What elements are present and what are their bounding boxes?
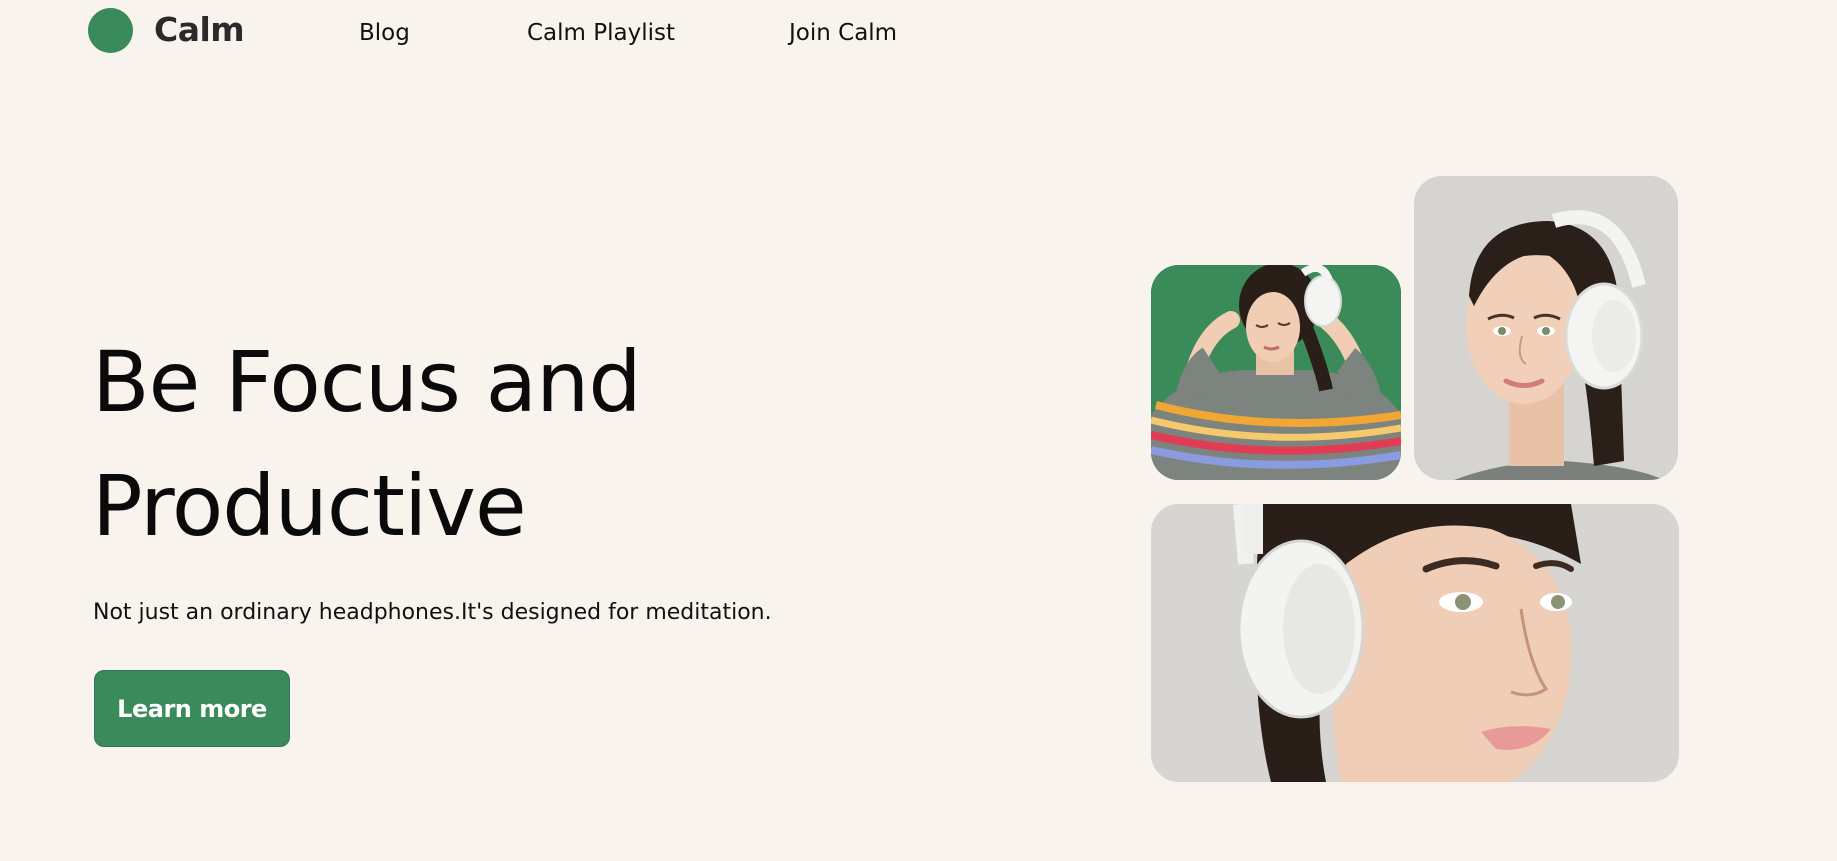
woman-holding-headphones-photo xyxy=(1151,265,1401,480)
landing-page: Calm Blog Calm Playlist Join Calm Be Foc… xyxy=(0,0,1837,861)
hero-title-line-1: Be Focus and xyxy=(92,333,642,431)
nav-link-calm-playlist[interactable]: Calm Playlist xyxy=(527,20,675,46)
woman-closeup-headphones-photo xyxy=(1151,504,1679,782)
hero-title: Be Focus and Productive xyxy=(92,320,642,568)
woman-profile-headphones-photo xyxy=(1414,176,1678,480)
hero-title-line-2: Productive xyxy=(92,457,527,555)
learn-more-button[interactable]: Learn more xyxy=(94,670,290,747)
hero-subtitle: Not just an ordinary headphones.It's des… xyxy=(93,600,772,625)
nav-link-join-calm[interactable]: Join Calm xyxy=(789,20,897,46)
nav-link-blog[interactable]: Blog xyxy=(359,20,410,46)
logo-circle-icon[interactable] xyxy=(88,8,133,53)
brand-logo-text[interactable]: Calm xyxy=(154,10,245,49)
